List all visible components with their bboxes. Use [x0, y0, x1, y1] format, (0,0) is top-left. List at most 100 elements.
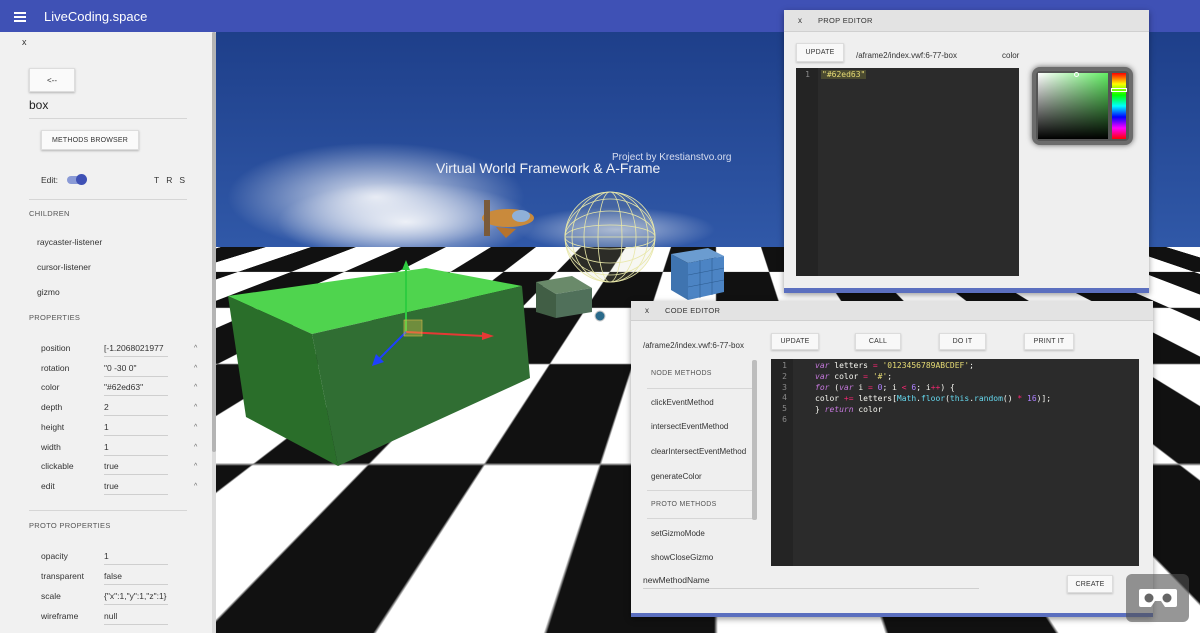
vr-mode-button[interactable]	[1126, 574, 1189, 622]
menu-button[interactable]	[2, 0, 38, 32]
hue-slider-handle[interactable]	[1111, 88, 1127, 92]
proto-property-row: opacity 1	[41, 551, 201, 567]
property-key: rotation	[41, 363, 70, 373]
property-key: width	[41, 442, 61, 452]
methods-browser-button[interactable]: METHODS BROWSER	[41, 130, 139, 150]
divider	[647, 518, 753, 519]
code-editor-title: CODE EDITOR	[665, 306, 721, 315]
prop-editor-header: x PROP EDITOR	[784, 10, 1149, 32]
property-key: depth	[41, 402, 63, 412]
rotate-mode-button[interactable]: R	[166, 175, 179, 185]
print-it-button[interactable]: PRINT IT	[1024, 333, 1074, 350]
property-value-input[interactable]: 1	[104, 551, 168, 565]
property-key: clickable	[41, 461, 74, 471]
property-row: height 1 ^	[41, 422, 201, 438]
expand-caret-icon[interactable]: ^	[194, 365, 197, 372]
child-item[interactable]: gizmo	[37, 287, 60, 297]
divider	[29, 199, 187, 200]
airplane-model[interactable]	[482, 200, 534, 238]
line-number: 2	[782, 371, 787, 381]
property-row: depth 2 ^	[41, 402, 201, 418]
method-item[interactable]: generateColor	[651, 472, 702, 481]
inspector-scrollbar[interactable]	[212, 32, 216, 633]
grey-box[interactable]	[536, 276, 606, 322]
code-line: color += letters[Math.floor(this.random(…	[815, 394, 1052, 403]
divider	[29, 510, 187, 511]
property-key: transparent	[41, 571, 84, 581]
translate-mode-button[interactable]: T	[154, 175, 166, 185]
expand-caret-icon[interactable]: ^	[194, 424, 197, 431]
divider	[731, 588, 979, 589]
prop-editor-close-button[interactable]: x	[798, 16, 802, 25]
saturation-value-area[interactable]	[1038, 73, 1108, 139]
property-value-input[interactable]: 1	[104, 422, 168, 436]
expand-caret-icon[interactable]: ^	[194, 345, 197, 352]
prop-node-path: /aframe2/index.vwf:6-77-box	[856, 51, 957, 60]
code-update-button[interactable]: UPDATE	[771, 333, 819, 350]
property-value-input[interactable]: "0 -30 0"	[104, 363, 168, 377]
methods-list: NODE METHODS clickEventMethod intersectE…	[643, 360, 759, 565]
property-value-input[interactable]: [-1.2068021977	[104, 343, 168, 357]
call-button[interactable]: CALL	[855, 333, 901, 350]
create-method-button[interactable]: CREATE	[1067, 575, 1113, 593]
edit-toggle[interactable]	[67, 174, 87, 185]
code-text-editor[interactable]: 1 2 3 4 5 6 var letters = '0123456789ABC…	[771, 359, 1139, 566]
method-item[interactable]: intersectEventMethod	[651, 422, 728, 431]
property-value-input[interactable]: true	[104, 481, 168, 495]
property-key: height	[41, 422, 65, 432]
hue-slider[interactable]	[1112, 73, 1126, 139]
inspector-close-button[interactable]: x	[22, 37, 27, 47]
property-key: opacity	[41, 551, 68, 561]
property-row: position [-1.2068021977 ^	[41, 343, 201, 359]
back-button[interactable]: <--	[29, 68, 75, 92]
line-number: 1	[805, 70, 810, 79]
code-node-path: /aframe2/index.vwf:6-77-box	[643, 341, 744, 350]
method-item[interactable]: clickEventMethod	[651, 398, 714, 407]
method-item[interactable]: clearIntersectEventMethod	[651, 447, 746, 456]
methods-list-scrollbar[interactable]	[752, 360, 757, 520]
prop-update-button[interactable]: UPDATE	[796, 43, 844, 62]
property-key: wireframe	[41, 611, 79, 621]
method-item[interactable]: setGizmoMode	[651, 529, 705, 538]
vr-goggles-icon	[1138, 589, 1177, 607]
property-value-input[interactable]: 1	[104, 442, 168, 456]
method-item[interactable]: showCloseGizmo	[651, 553, 713, 562]
expand-caret-icon[interactable]: ^	[194, 404, 197, 411]
do-it-button[interactable]: DO IT	[939, 333, 986, 350]
divider	[647, 490, 753, 491]
property-row: color "#62ed63" ^	[41, 382, 201, 398]
proto-property-row: transparent false	[41, 571, 201, 587]
divider	[29, 118, 187, 119]
expand-caret-icon[interactable]: ^	[194, 483, 197, 490]
color-picker-handle[interactable]	[1074, 72, 1079, 77]
expand-caret-icon[interactable]: ^	[194, 384, 197, 391]
node-name: box	[29, 98, 49, 112]
blue-cube[interactable]	[671, 248, 725, 300]
child-item[interactable]: cursor-listener	[37, 262, 91, 272]
property-value-input[interactable]: false	[104, 571, 168, 585]
properties-header: PROPERTIES	[29, 313, 81, 322]
property-row: width 1 ^	[41, 442, 201, 458]
scrollbar-thumb[interactable]	[212, 32, 216, 452]
property-value-input[interactable]: "#62ed63"	[104, 382, 168, 396]
property-value-input[interactable]: {"x":1,"y":1,"z":1}	[104, 591, 168, 605]
color-picker[interactable]	[1032, 67, 1133, 145]
proto-property-row: scale {"x":1,"y":1,"z":1}	[41, 591, 201, 607]
expand-caret-icon[interactable]: ^	[194, 444, 197, 451]
green-box-selected[interactable]	[228, 268, 530, 466]
child-item[interactable]: raycaster-listener	[37, 237, 102, 247]
expand-caret-icon[interactable]: ^	[194, 463, 197, 470]
code-editor-header: x CODE EDITOR	[631, 301, 1153, 321]
line-number: 1	[782, 361, 787, 370]
property-value-input[interactable]: true	[104, 461, 168, 475]
property-value-input[interactable]: null	[104, 611, 168, 625]
code-editor-close-button[interactable]: x	[645, 306, 649, 315]
property-row: clickable true ^	[41, 461, 201, 477]
property-value-input[interactable]: 2	[104, 402, 168, 416]
scale-mode-button[interactable]: S	[179, 175, 192, 185]
new-method-name-input[interactable]: newMethodName	[643, 575, 731, 589]
divider	[647, 388, 753, 389]
prop-value-editor[interactable]: 1 "#62ed63"	[796, 68, 1019, 276]
wireframe-sphere[interactable]	[564, 191, 656, 283]
line-number: 5	[782, 404, 787, 414]
